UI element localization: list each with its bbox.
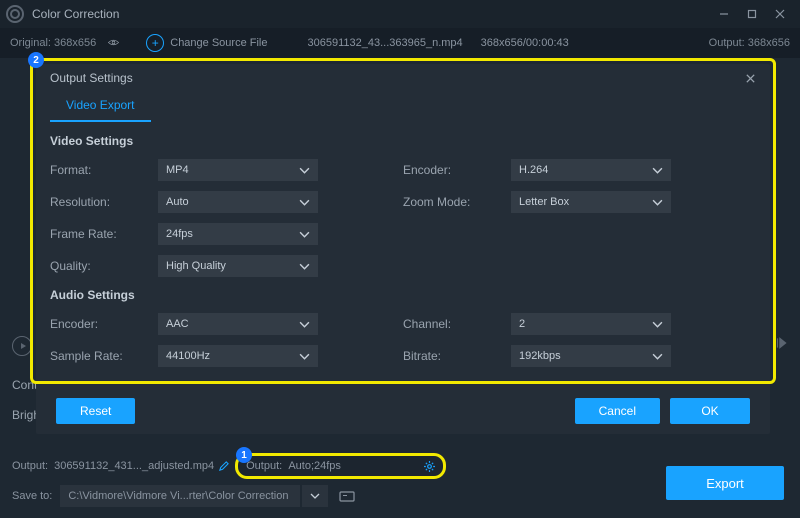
chevron-down-icon [652,319,663,330]
edit-filename-icon[interactable] [218,461,229,472]
minimize-button[interactable] [710,4,738,24]
chevron-down-icon [299,351,310,362]
frame-rate-label: Frame Rate: [50,227,158,241]
preview-toggle-icon[interactable] [108,37,126,49]
save-to-label: Save to: [12,490,52,502]
chevron-down-icon [652,165,663,176]
source-info-bar: Original: 368x656 + Change Source File 3… [0,28,800,58]
gear-icon[interactable] [424,461,435,472]
channel-select[interactable]: 2 [511,313,671,335]
zoom-mode-label: Zoom Mode: [403,195,511,209]
cancel-button[interactable]: Cancel [575,398,660,424]
chevron-down-icon [652,197,663,208]
reset-button[interactable]: Reset [56,398,135,424]
sample-rate-label: Sample Rate: [50,349,158,363]
sample-rate-select[interactable]: 44100Hz [158,345,318,367]
format-select[interactable]: MP4 [158,159,318,181]
annotation-badge-1: 1 [236,447,252,463]
window-title: Color Correction [32,7,119,21]
quality-select[interactable]: High Quality [158,255,318,277]
close-window-button[interactable] [766,4,794,24]
save-path-field[interactable]: C:\Vidmore\Vidmore Vi...rter\Color Corre… [60,485,300,507]
export-button[interactable]: Export [666,466,784,500]
audio-encoder-select[interactable]: AAC [158,313,318,335]
chevron-down-icon [299,229,310,240]
chevron-down-icon [299,165,310,176]
chevron-down-icon [299,261,310,272]
save-path-dropdown[interactable] [302,485,328,507]
resolution-label: Resolution: [50,195,158,209]
chevron-down-icon [299,197,310,208]
titlebar: Color Correction [0,0,800,28]
annotation-badge-2: 2 [28,52,44,68]
channel-label: Channel: [403,317,511,331]
output-format-box[interactable]: Output: Auto;24fps [235,453,446,479]
tab-video-export[interactable]: Video Export [50,92,151,122]
maximize-button[interactable] [738,4,766,24]
dialog-title: Output Settings [50,71,133,85]
video-encoder-select[interactable]: H.264 [511,159,671,181]
output-filename: 306591132_431..._adjusted.mp4 [54,460,214,472]
frame-rate-select[interactable]: 24fps [158,223,318,245]
output-format-label: Output: [246,460,282,472]
bitrate-label: Bitrate: [403,349,511,363]
chevron-down-icon [652,351,663,362]
add-source-icon[interactable]: + [146,34,164,52]
change-source-button[interactable]: Change Source File [170,37,267,49]
output-dims-label: Output: 368x656 [709,37,790,49]
audio-settings-header: Audio Settings [50,288,756,302]
chevron-down-icon [299,319,310,330]
output-format-value: Auto;24fps [288,460,398,472]
ok-button[interactable]: OK [670,398,750,424]
audio-encoder-label: Encoder: [50,317,158,331]
video-encoder-label: Encoder: [403,163,511,177]
source-filename: 306591132_43...363965_n.mp4 [307,37,462,49]
resolution-select[interactable]: Auto [158,191,318,213]
zoom-mode-select[interactable]: Letter Box [511,191,671,213]
output-file-label: Output: [12,460,48,472]
contrast-label: Cont [12,378,37,392]
quality-label: Quality: [50,259,158,273]
format-label: Format: [50,163,158,177]
play-button[interactable] [12,336,32,356]
source-dims-time: 368x656/00:00:43 [481,37,569,49]
original-label: Original: 368x656 [10,37,96,49]
open-folder-icon[interactable] [334,485,360,507]
app-logo-icon [6,5,24,23]
dialog-close-button[interactable] [745,73,756,84]
video-settings-header: Video Settings [50,134,756,148]
output-settings-dialog: Output Settings Video Export Video Setti… [36,64,770,434]
bitrate-select[interactable]: 192kbps [511,345,671,367]
